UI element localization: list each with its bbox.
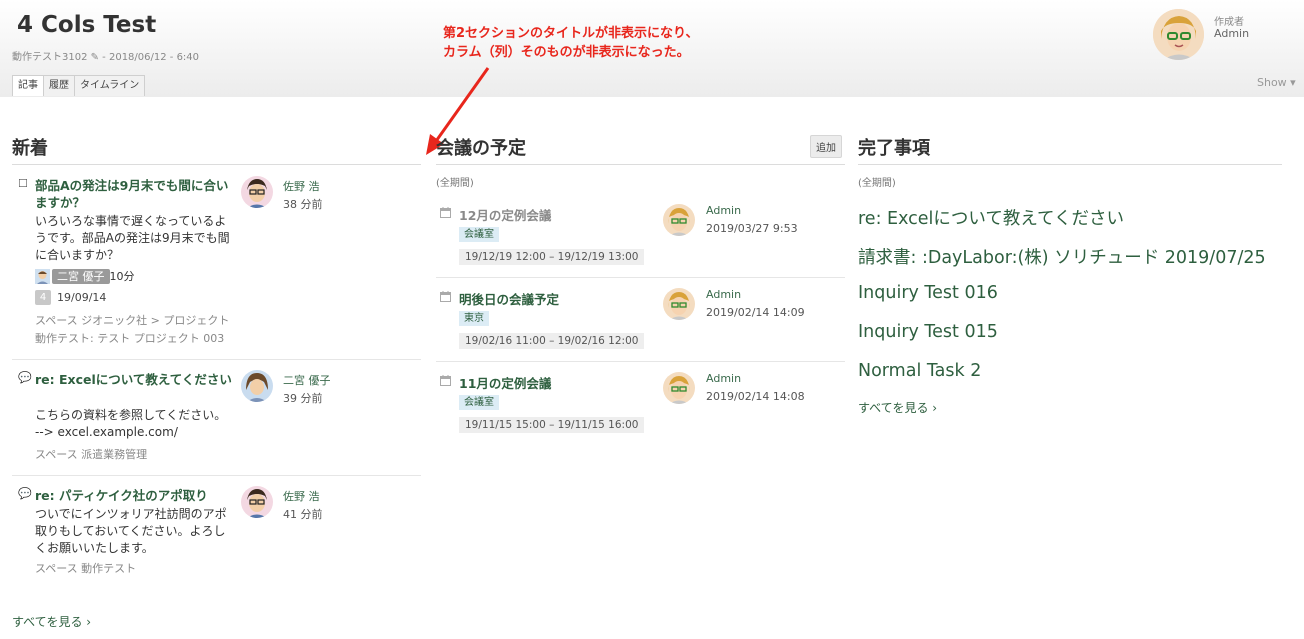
completed-item[interactable]: Inquiry Test 015 <box>858 322 998 342</box>
post-body: ついでにインツォリア社訪問のアポ取りもしておいてください。よろしくお願いいたしま… <box>35 507 227 555</box>
avatar[interactable] <box>241 486 273 518</box>
show-dropdown[interactable]: Show ▾ <box>1257 76 1296 89</box>
event-date: 2019/02/14 14:08 <box>706 390 805 403</box>
due-date: 19/09/14 <box>57 291 107 304</box>
add-button[interactable]: 追加 <box>810 135 842 158</box>
calendar-icon <box>440 207 451 218</box>
post-time: 39 分前 <box>283 392 323 405</box>
post-place[interactable]: スペース ジオニック社 > プロジェクト <box>35 312 229 330</box>
divider <box>436 361 845 362</box>
avatar[interactable] <box>663 204 695 236</box>
post-user[interactable]: 佐野 浩 <box>283 178 320 194</box>
tab-timeline[interactable]: タイムライン <box>74 75 146 96</box>
avatar[interactable] <box>241 176 273 208</box>
event-user[interactable]: Admin <box>706 204 741 217</box>
post-place[interactable]: スペース 派遣業務管理 <box>35 446 147 464</box>
page-meta: 動作テスト3102 ✎ - 2018/06/12 - 6:40 <box>12 52 200 63</box>
divider <box>858 164 1282 165</box>
author-avatar[interactable] <box>1153 9 1204 60</box>
divider <box>12 164 421 165</box>
post-time: 38 分前 <box>283 198 323 211</box>
post-place-detail[interactable]: 動作テスト: テスト プロジェクト 003 <box>35 330 224 348</box>
calendar-icon <box>440 375 451 386</box>
completed-item[interactable]: re: Excelについて教えてください <box>858 205 1124 230</box>
post-user[interactable]: 佐野 浩 <box>283 488 320 504</box>
avatar[interactable] <box>663 288 695 320</box>
completed-item[interactable]: Inquiry Test 016 <box>858 283 998 303</box>
post-title[interactable]: re: パティケイク社のアポ取り <box>35 487 233 504</box>
date-range: 19/12/19 12:00 – 19/12/19 13:00 <box>459 249 645 265</box>
see-all-link[interactable]: すべてを見る › <box>12 613 91 630</box>
assignee-suffix: 10分 <box>109 270 135 283</box>
annotation-line-1: 第2セクションのタイトルが非表示になり、 <box>443 26 699 41</box>
post-body: こちらの資料を参照してください。 <box>35 408 227 422</box>
event-user[interactable]: Admin <box>706 288 741 301</box>
calendar-icon <box>440 291 451 302</box>
place-tag: 東京 <box>459 311 489 326</box>
event-title[interactable]: 11月の定例会議 <box>459 373 551 392</box>
annotation-note: 第2セクションのタイトルが非表示になり、 カラム（列）そのものが非表示になった。 <box>443 24 699 62</box>
column-title: 完了事項 <box>858 138 930 159</box>
column-title: 会議の予定 <box>436 138 526 159</box>
post-link[interactable]: --> excel.example.com/ <box>35 424 233 441</box>
place-tag: 会議室 <box>459 227 499 242</box>
page-title: 4 Cols Test <box>17 12 157 38</box>
divider <box>12 359 421 360</box>
place-tag: 会議室 <box>459 395 499 410</box>
post-user[interactable]: 二宮 優子 <box>283 372 331 388</box>
avatar[interactable] <box>241 370 273 402</box>
tab-history[interactable]: 履歴 <box>43 75 75 96</box>
assignee-avatar <box>35 268 50 284</box>
column-title: 新着 <box>12 138 48 159</box>
comment-icon: 💬 <box>18 371 32 384</box>
post-body: いろいろな事情で遅くなっているようです。部品Aの発注は9月末でも間に合いますか？ <box>35 214 230 262</box>
post-title[interactable]: 部品Aの発注は9月末でも間に合いますか？ <box>35 177 233 211</box>
divider <box>436 277 845 278</box>
post-place[interactable]: スペース 動作テスト <box>35 560 136 578</box>
see-all-link[interactable]: すべてを見る › <box>858 399 937 416</box>
date-range: 19/02/16 11:00 – 19/02/16 12:00 <box>459 333 645 349</box>
author-label: 作成者 <box>1214 17 1244 28</box>
post-time: 41 分前 <box>283 508 323 521</box>
assignee-line: 二宮 優子 10分 <box>35 268 135 284</box>
event-date: 2019/02/14 14:09 <box>706 306 805 319</box>
assignee-badge[interactable]: 二宮 優子 <box>52 268 110 284</box>
checkbox-icon[interactable]: ☐ <box>18 177 28 190</box>
count-badge: 4 <box>35 290 51 305</box>
author-name[interactable]: Admin <box>1214 27 1249 40</box>
period-label: (全期間) <box>436 178 474 189</box>
completed-item[interactable]: 請求書: :DayLabor:(株) ソリチュード 2019/07/25 <box>858 244 1266 269</box>
avatar[interactable] <box>663 372 695 404</box>
completed-item[interactable]: Normal Task 2 <box>858 361 981 381</box>
comment-icon: 💬 <box>18 487 32 500</box>
event-title[interactable]: 明後日の会議予定 <box>459 289 559 308</box>
event-user[interactable]: Admin <box>706 372 741 385</box>
event-date: 2019/03/27 9:53 <box>706 222 798 235</box>
divider <box>436 164 845 165</box>
date-range: 19/11/15 15:00 – 19/11/15 16:00 <box>459 417 645 433</box>
due-line: 4 19/09/14 <box>35 290 106 305</box>
divider <box>12 475 421 476</box>
tab-bar: 記事 履歴 タイムライン <box>12 75 146 96</box>
tab-article[interactable]: 記事 <box>12 75 44 96</box>
period-label: (全期間) <box>858 178 896 189</box>
event-title[interactable]: 12月の定例会議 <box>459 205 551 224</box>
post-title[interactable]: re: Excelについて教えてください <box>35 371 233 388</box>
